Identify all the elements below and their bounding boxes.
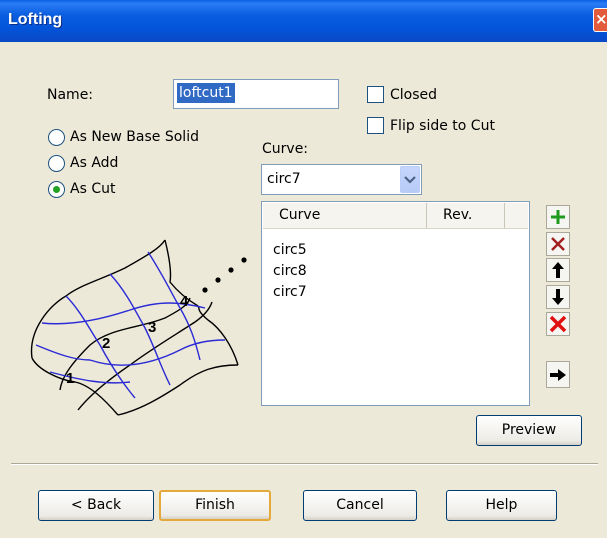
arrow-right-icon <box>550 368 566 381</box>
help-button[interactable]: Help <box>446 490 557 521</box>
loft-illustration: 1 2 3 4 <box>30 239 247 416</box>
flip-side-checkbox[interactable] <box>367 117 384 134</box>
remove-curve-button[interactable] <box>546 232 570 256</box>
list-item[interactable]: circ7 <box>273 284 307 300</box>
close-icon: × <box>595 10 607 28</box>
move-down-button[interactable] <box>546 285 570 309</box>
section-number-3: 3 <box>148 319 156 336</box>
delete-all-x-icon <box>549 315 567 333</box>
section-number-4: 4 <box>180 293 189 310</box>
name-input[interactable]: loftcut1 <box>173 79 339 109</box>
flip-side-label: Flip side to Cut <box>390 118 495 134</box>
move-up-button[interactable] <box>546 258 570 282</box>
column-header-curve[interactable]: Curve <box>263 203 427 228</box>
name-input-value: loftcut1 <box>177 83 235 103</box>
back-button[interactable]: < Back <box>38 490 154 521</box>
arrow-down-icon <box>552 289 564 305</box>
closed-label: Closed <box>390 87 438 103</box>
finish-button[interactable]: Finish <box>159 490 271 521</box>
radio-new-base-solid-label: As New Base Solid <box>70 129 199 145</box>
column-header-rev[interactable]: Rev. <box>427 203 505 228</box>
curve-label: Curve: <box>262 141 309 157</box>
radio-new-base-solid[interactable] <box>48 129 65 146</box>
list-item[interactable]: circ8 <box>273 263 307 279</box>
separator-highlight <box>11 464 598 465</box>
add-curve-button[interactable] <box>546 205 570 229</box>
remove-x-icon <box>551 237 565 251</box>
window-title: Lofting <box>8 11 63 28</box>
delete-all-button[interactable] <box>546 312 570 336</box>
section-number-2: 2 <box>102 335 110 352</box>
curve-list[interactable]: Curve Rev. circ5 circ8 circ7 <box>261 201 530 406</box>
radio-as-add[interactable] <box>48 155 65 172</box>
radio-as-cut-label: As Cut <box>70 181 116 197</box>
name-label: Name: <box>47 87 94 103</box>
dropdown-button[interactable] <box>400 166 420 193</box>
apply-arrow-button[interactable] <box>546 361 570 388</box>
curve-select[interactable]: circ7 <box>261 164 422 195</box>
radio-as-add-label: As Add <box>70 155 119 171</box>
arrow-up-icon <box>552 262 564 278</box>
cancel-button[interactable]: Cancel <box>303 490 417 521</box>
radio-as-cut[interactable] <box>48 181 65 198</box>
list-item[interactable]: circ5 <box>273 242 307 258</box>
lofting-dialog: Lofting × Name: loftcut1 Closed Flip sid… <box>0 0 607 538</box>
closed-checkbox[interactable] <box>367 86 384 103</box>
title-bar[interactable]: Lofting × <box>0 0 607 42</box>
chevron-down-icon <box>404 176 416 184</box>
section-number-1: 1 <box>66 370 74 387</box>
curve-list-header: Curve Rev. <box>263 203 528 229</box>
plus-icon <box>551 210 565 224</box>
close-button[interactable]: × <box>593 8 607 32</box>
curve-select-value: circ7 <box>267 171 301 187</box>
preview-button[interactable]: Preview <box>476 415 582 446</box>
